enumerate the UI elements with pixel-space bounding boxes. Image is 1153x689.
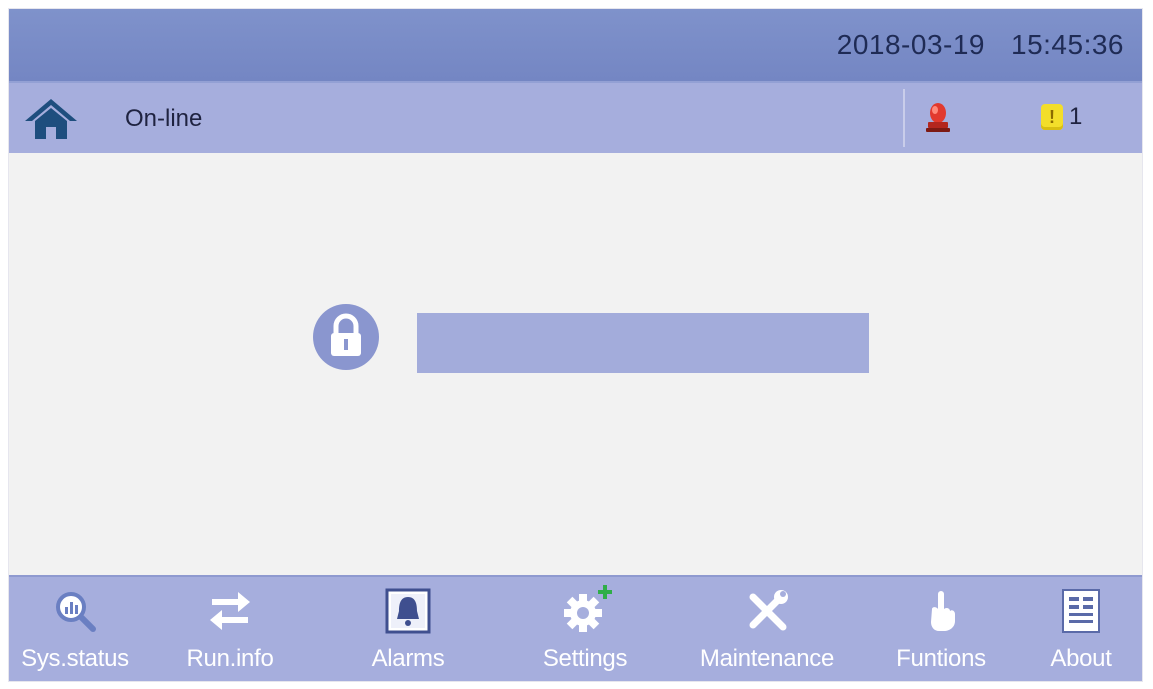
nav-alarms[interactable]: Alarms: [353, 577, 463, 681]
alarm-beacon-button[interactable]: [926, 101, 950, 133]
nav-label: Funtions: [896, 645, 986, 672]
nav-label: Alarms: [371, 645, 445, 672]
nav-settings[interactable]: Settings: [525, 577, 645, 681]
document-icon: [1062, 589, 1100, 633]
alarm-bell-icon: [385, 588, 431, 634]
datetime-display: 2018-03-19 15:45:36: [837, 27, 1124, 63]
top-bar: 2018-03-19 15:45:36: [9, 9, 1142, 81]
sys-status-icon: [56, 592, 96, 632]
status-divider: [903, 89, 905, 147]
status-bar: On-line ! 1: [9, 81, 1142, 153]
alarm-beacon-icon: [926, 103, 950, 132]
nav-label: Run.info: [186, 645, 274, 672]
nav-label: About: [1050, 645, 1112, 672]
nav-about[interactable]: About: [1033, 577, 1129, 681]
lock-button[interactable]: [313, 304, 379, 370]
nav-sys-status[interactable]: Sys.status: [15, 577, 135, 681]
transfer-arrows-icon: [210, 592, 250, 630]
warning-icon: !: [1041, 104, 1063, 130]
nav-label: Sys.status: [21, 645, 129, 672]
time-text: 15:45:36: [1011, 29, 1124, 60]
nav-run-info[interactable]: Run.info: [175, 577, 285, 681]
nav-label: Maintenance: [699, 645, 835, 672]
tools-icon: [749, 590, 788, 631]
warning-count: 1: [1069, 103, 1083, 130]
password-input[interactable]: [417, 313, 869, 373]
main-content: [9, 153, 1142, 573]
home-button[interactable]: [23, 95, 79, 141]
system-status-text: On-line: [125, 105, 203, 132]
gear-plus-icon: [564, 585, 612, 632]
hand-pointer-icon: [931, 591, 955, 631]
home-icon: [25, 99, 77, 139]
warning-indicator[interactable]: ! 1: [1041, 101, 1082, 133]
bottom-nav: Sys.status Run.info Alarms Settings Main…: [9, 575, 1142, 681]
nav-functions[interactable]: Funtions: [881, 577, 1001, 681]
date-text: 2018-03-19: [836, 29, 985, 60]
nav-maintenance[interactable]: Maintenance: [677, 577, 857, 681]
lock-icon: [331, 313, 361, 356]
hmi-screen: 2018-03-19 15:45:36 On-line ! 1 Sys.stat…: [9, 9, 1142, 681]
nav-label: Settings: [542, 645, 628, 672]
